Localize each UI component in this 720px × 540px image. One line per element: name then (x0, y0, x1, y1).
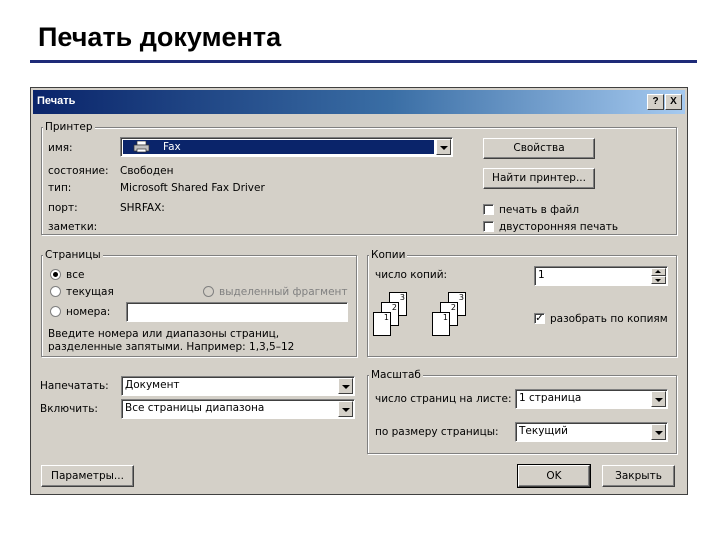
printer-name-value: Fax (163, 141, 181, 153)
print-what-select[interactable]: Документ (121, 376, 355, 396)
pages-selection-radio[interactable] (203, 286, 214, 297)
printer-notes-label: заметки: (48, 221, 98, 233)
printer-name-label: имя: (48, 142, 73, 154)
pages-per-sheet-value: 1 страница (519, 392, 582, 404)
duplex-label[interactable]: двусторонняя печать (499, 221, 618, 233)
collate-checkbox[interactable]: ✓ (534, 313, 545, 324)
pages-current-label[interactable]: текущая (66, 286, 114, 298)
pages-legend: Страницы (43, 249, 103, 261)
pages-per-sheet-label: число страниц на листе: (375, 393, 512, 405)
find-printer-button[interactable]: Найти принтер... (483, 168, 595, 189)
collate-page: 1 (373, 312, 391, 336)
options-button[interactable]: Параметры... (41, 465, 134, 487)
printer-type-label: тип: (48, 182, 72, 194)
print-to-file-label[interactable]: печать в файл (499, 204, 579, 216)
printer-status-value: Свободен (120, 165, 174, 177)
print-what-value: Документ (125, 379, 180, 391)
print-dialog: Печать ? X Принтер имя: Fax состояние: С… (30, 87, 688, 495)
copies-count-label: число копий: (375, 269, 448, 281)
spin-down-icon[interactable] (651, 276, 666, 284)
chevron-down-icon[interactable] (651, 424, 666, 440)
close-button[interactable]: X (665, 94, 682, 110)
include-value: Все страницы диапазона (125, 402, 265, 414)
title-divider (30, 60, 697, 63)
print-to-file-checkbox[interactable] (483, 204, 494, 215)
chevron-down-icon[interactable] (338, 401, 353, 417)
close-dialog-button[interactable]: Закрыть (602, 465, 675, 487)
help-button[interactable]: ? (647, 94, 664, 110)
copies-legend: Копии (369, 249, 408, 261)
pages-numbers-label[interactable]: номера: (66, 306, 110, 318)
dialog-title: Печать (37, 95, 76, 107)
print-what-label: Напечатать: (40, 380, 109, 392)
duplex-checkbox[interactable] (483, 221, 494, 232)
spin-up-icon[interactable] (651, 268, 666, 276)
pages-current-radio[interactable] (50, 286, 61, 297)
zoom-group (367, 375, 677, 454)
collate-page: 1 (432, 312, 450, 336)
pages-hint: Введите номера или диапазоны страниц, ра… (48, 328, 295, 353)
properties-button[interactable]: Свойства (483, 138, 595, 159)
pages-all-label[interactable]: все (66, 269, 84, 281)
page-numbers-input[interactable] (126, 302, 348, 322)
collate-label[interactable]: разобрать по копиям (550, 313, 668, 325)
copies-count-value: 1 (538, 269, 545, 281)
printer-type-value: Microsoft Shared Fax Driver (120, 182, 265, 194)
printer-icon (133, 140, 150, 153)
printer-status-label: состояние: (48, 165, 109, 177)
pages-numbers-radio[interactable] (50, 306, 61, 317)
printer-port-label: порт: (48, 202, 78, 214)
ok-button[interactable]: OK (517, 464, 591, 488)
pages-all-radio[interactable] (50, 269, 61, 280)
printer-name-select[interactable]: Fax (120, 137, 453, 157)
chevron-down-icon[interactable] (338, 378, 353, 394)
printer-port-value: SHRFAX: (120, 202, 165, 214)
pages-selection-label[interactable]: выделенный фрагмент (219, 286, 348, 298)
slide-title: Печать документа (38, 22, 282, 52)
copies-count-input[interactable]: 1 (534, 266, 668, 286)
zoom-legend: Масштаб (369, 369, 423, 381)
pages-per-sheet-select[interactable]: 1 страница (515, 389, 668, 409)
scale-select[interactable]: Текущий (515, 422, 668, 442)
dialog-titlebar[interactable]: Печать ? X (33, 90, 685, 114)
scale-value: Текущий (519, 425, 568, 437)
include-label: Включить: (40, 403, 98, 415)
chevron-down-icon[interactable] (436, 139, 451, 155)
scale-label: по размеру страницы: (375, 426, 499, 438)
printer-legend: Принтер (43, 121, 95, 133)
include-select[interactable]: Все страницы диапазона (121, 399, 355, 419)
chevron-down-icon[interactable] (651, 391, 666, 407)
